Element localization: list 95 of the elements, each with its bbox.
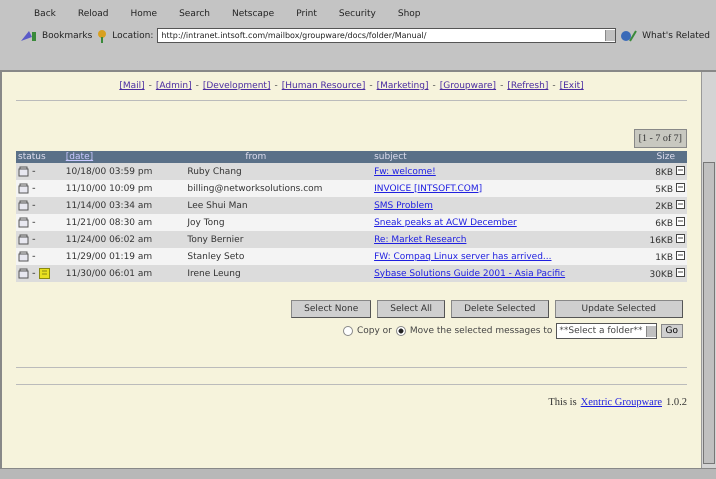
checkbox-icon[interactable] — [676, 166, 685, 174]
date-cell: 11/10/00 10:09 pm — [64, 180, 186, 197]
subject-link[interactable]: Fw: welcome! — [374, 166, 436, 176]
sender-cell: Lee Shui Man — [185, 197, 372, 214]
mailbox-icon — [18, 268, 29, 279]
size-cell: 16KB — [649, 236, 673, 246]
column-header: from — [185, 151, 372, 163]
sender-cell: Joy Tong — [185, 214, 372, 231]
toolbar-button[interactable]: Reload — [74, 6, 112, 22]
mailbox-icon — [18, 234, 29, 245]
radio-button[interactable] — [342, 326, 353, 336]
version-text: 1.0.2 — [666, 397, 687, 408]
toolbar-button[interactable]: Search — [175, 6, 214, 22]
checkbox-icon[interactable] — [676, 216, 685, 226]
toolbar-button[interactable]: Print — [292, 6, 321, 22]
status-dash: - — [32, 251, 36, 262]
nav-link[interactable]: [Exit] — [560, 81, 584, 91]
link-separator: - — [196, 81, 199, 91]
nav-link[interactable]: [Marketing] — [376, 81, 428, 91]
pager-button[interactable]: [1 - 7 of 7] — [634, 129, 687, 148]
footer-text: This is — [548, 397, 577, 408]
subject-link[interactable]: INVOICE [INTSOFT.COM] — [374, 184, 482, 194]
mailbox-icon — [18, 166, 29, 177]
action-button[interactable]: Update Selected — [554, 300, 683, 318]
nav-link[interactable]: [Development] — [202, 81, 270, 91]
status-dash: - — [32, 183, 36, 194]
link-separator: - — [148, 81, 152, 91]
nav-link[interactable]: [Mail] — [119, 81, 145, 91]
size-cell: 2KB — [655, 202, 673, 212]
date-cell: 11/14/00 03:34 am — [64, 197, 186, 214]
scrollbar[interactable] — [701, 72, 716, 468]
status-dash: - — [32, 166, 36, 177]
related-link[interactable]: What's Related — [642, 30, 710, 40]
location-label: Location: — [112, 30, 154, 40]
radio-button[interactable] — [396, 326, 406, 336]
subject-link[interactable]: FW: Compaq Linux server has arrived... — [374, 252, 552, 262]
mailbox-icon — [18, 200, 29, 211]
link-separator: - — [369, 81, 373, 91]
radio-label: Move the selected messages to — [410, 326, 552, 336]
nav-link[interactable]: [Admin] — [156, 81, 192, 91]
checkbox-icon[interactable] — [676, 182, 685, 192]
radio-label: Copy or — [356, 326, 392, 336]
nav-link[interactable]: [Groupware] — [440, 81, 496, 91]
related-icon[interactable] — [620, 28, 638, 42]
action-button[interactable]: Delete Selected — [451, 300, 549, 318]
toolbar-button[interactable]: Shop — [394, 6, 424, 22]
checkbox-icon[interactable] — [676, 234, 685, 242]
column-header: status — [16, 151, 64, 163]
sender-cell: Ruby Chang — [185, 163, 372, 180]
checkbox-icon[interactable] — [676, 200, 685, 208]
toolbar-button[interactable]: Back — [30, 6, 60, 22]
footer-link[interactable]: Xentric Groupware — [580, 397, 662, 408]
sender-cell: Tony Bernier — [185, 231, 372, 248]
size-cell: 30KB — [649, 270, 673, 280]
toolbar-button[interactable]: Home — [126, 6, 162, 22]
checkbox-icon[interactable] — [676, 268, 685, 276]
nav-link[interactable]: [Human Resource] — [282, 81, 366, 91]
url-field[interactable]: http://intranet.intsoft.com/mailbox/groupware/docs/folder/Manual/ — [157, 28, 616, 43]
status-dash: - — [32, 234, 36, 245]
go-button[interactable]: Go — [660, 324, 683, 338]
action-button[interactable]: Select None — [291, 300, 372, 318]
link-separator: - — [432, 81, 436, 91]
status-dash: - — [32, 268, 36, 279]
toolbar-button[interactable]: Security — [334, 6, 380, 22]
bookmarks-label[interactable]: Bookmarks — [42, 30, 92, 40]
subject-link[interactable]: Re: Market Research — [374, 234, 466, 244]
nav-link[interactable]: [Refresh] — [507, 81, 548, 91]
date-cell: 11/24/00 06:02 am — [64, 231, 186, 248]
folder-select[interactable]: **Select a folder** — [556, 323, 657, 339]
subject-link[interactable]: Sybase Solutions Guide 2001 - Asia Pacific — [374, 268, 566, 278]
sender-cell: Stanley Seto — [185, 248, 372, 265]
sender-cell: Irene Leung — [185, 265, 372, 282]
size-cell: 6KB — [655, 218, 673, 228]
link-separator: - — [552, 81, 556, 91]
link-separator: - — [500, 81, 504, 91]
subject-link[interactable]: SMS Problem — [374, 200, 433, 210]
status-dash: - — [32, 217, 36, 228]
status-dash: - — [32, 200, 36, 211]
size-cell: 5KB — [655, 184, 673, 194]
sender-cell: billing@networksolutions.com — [185, 180, 372, 197]
date-cell: 11/29/00 01:19 am — [64, 248, 186, 265]
date-cell: 11/21/00 08:30 am — [64, 214, 186, 231]
checkbox-icon[interactable] — [676, 250, 685, 260]
subject-link[interactable]: Sneak peaks at ACW December — [374, 218, 517, 228]
toolbar-button[interactable]: Netscape — [228, 6, 278, 22]
date-cell: 11/30/00 06:01 am — [64, 265, 186, 282]
action-button[interactable]: Select All — [377, 300, 446, 318]
column-header: subject — [372, 151, 634, 163]
column-header: Size — [634, 151, 687, 163]
link-separator: - — [274, 81, 278, 91]
size-cell: 1KB — [655, 252, 673, 262]
date-cell: 10/18/00 03:59 pm — [64, 163, 186, 180]
bookmark-icon[interactable] — [20, 28, 38, 42]
size-cell: 8KB — [655, 168, 673, 178]
location-icon — [96, 28, 108, 42]
